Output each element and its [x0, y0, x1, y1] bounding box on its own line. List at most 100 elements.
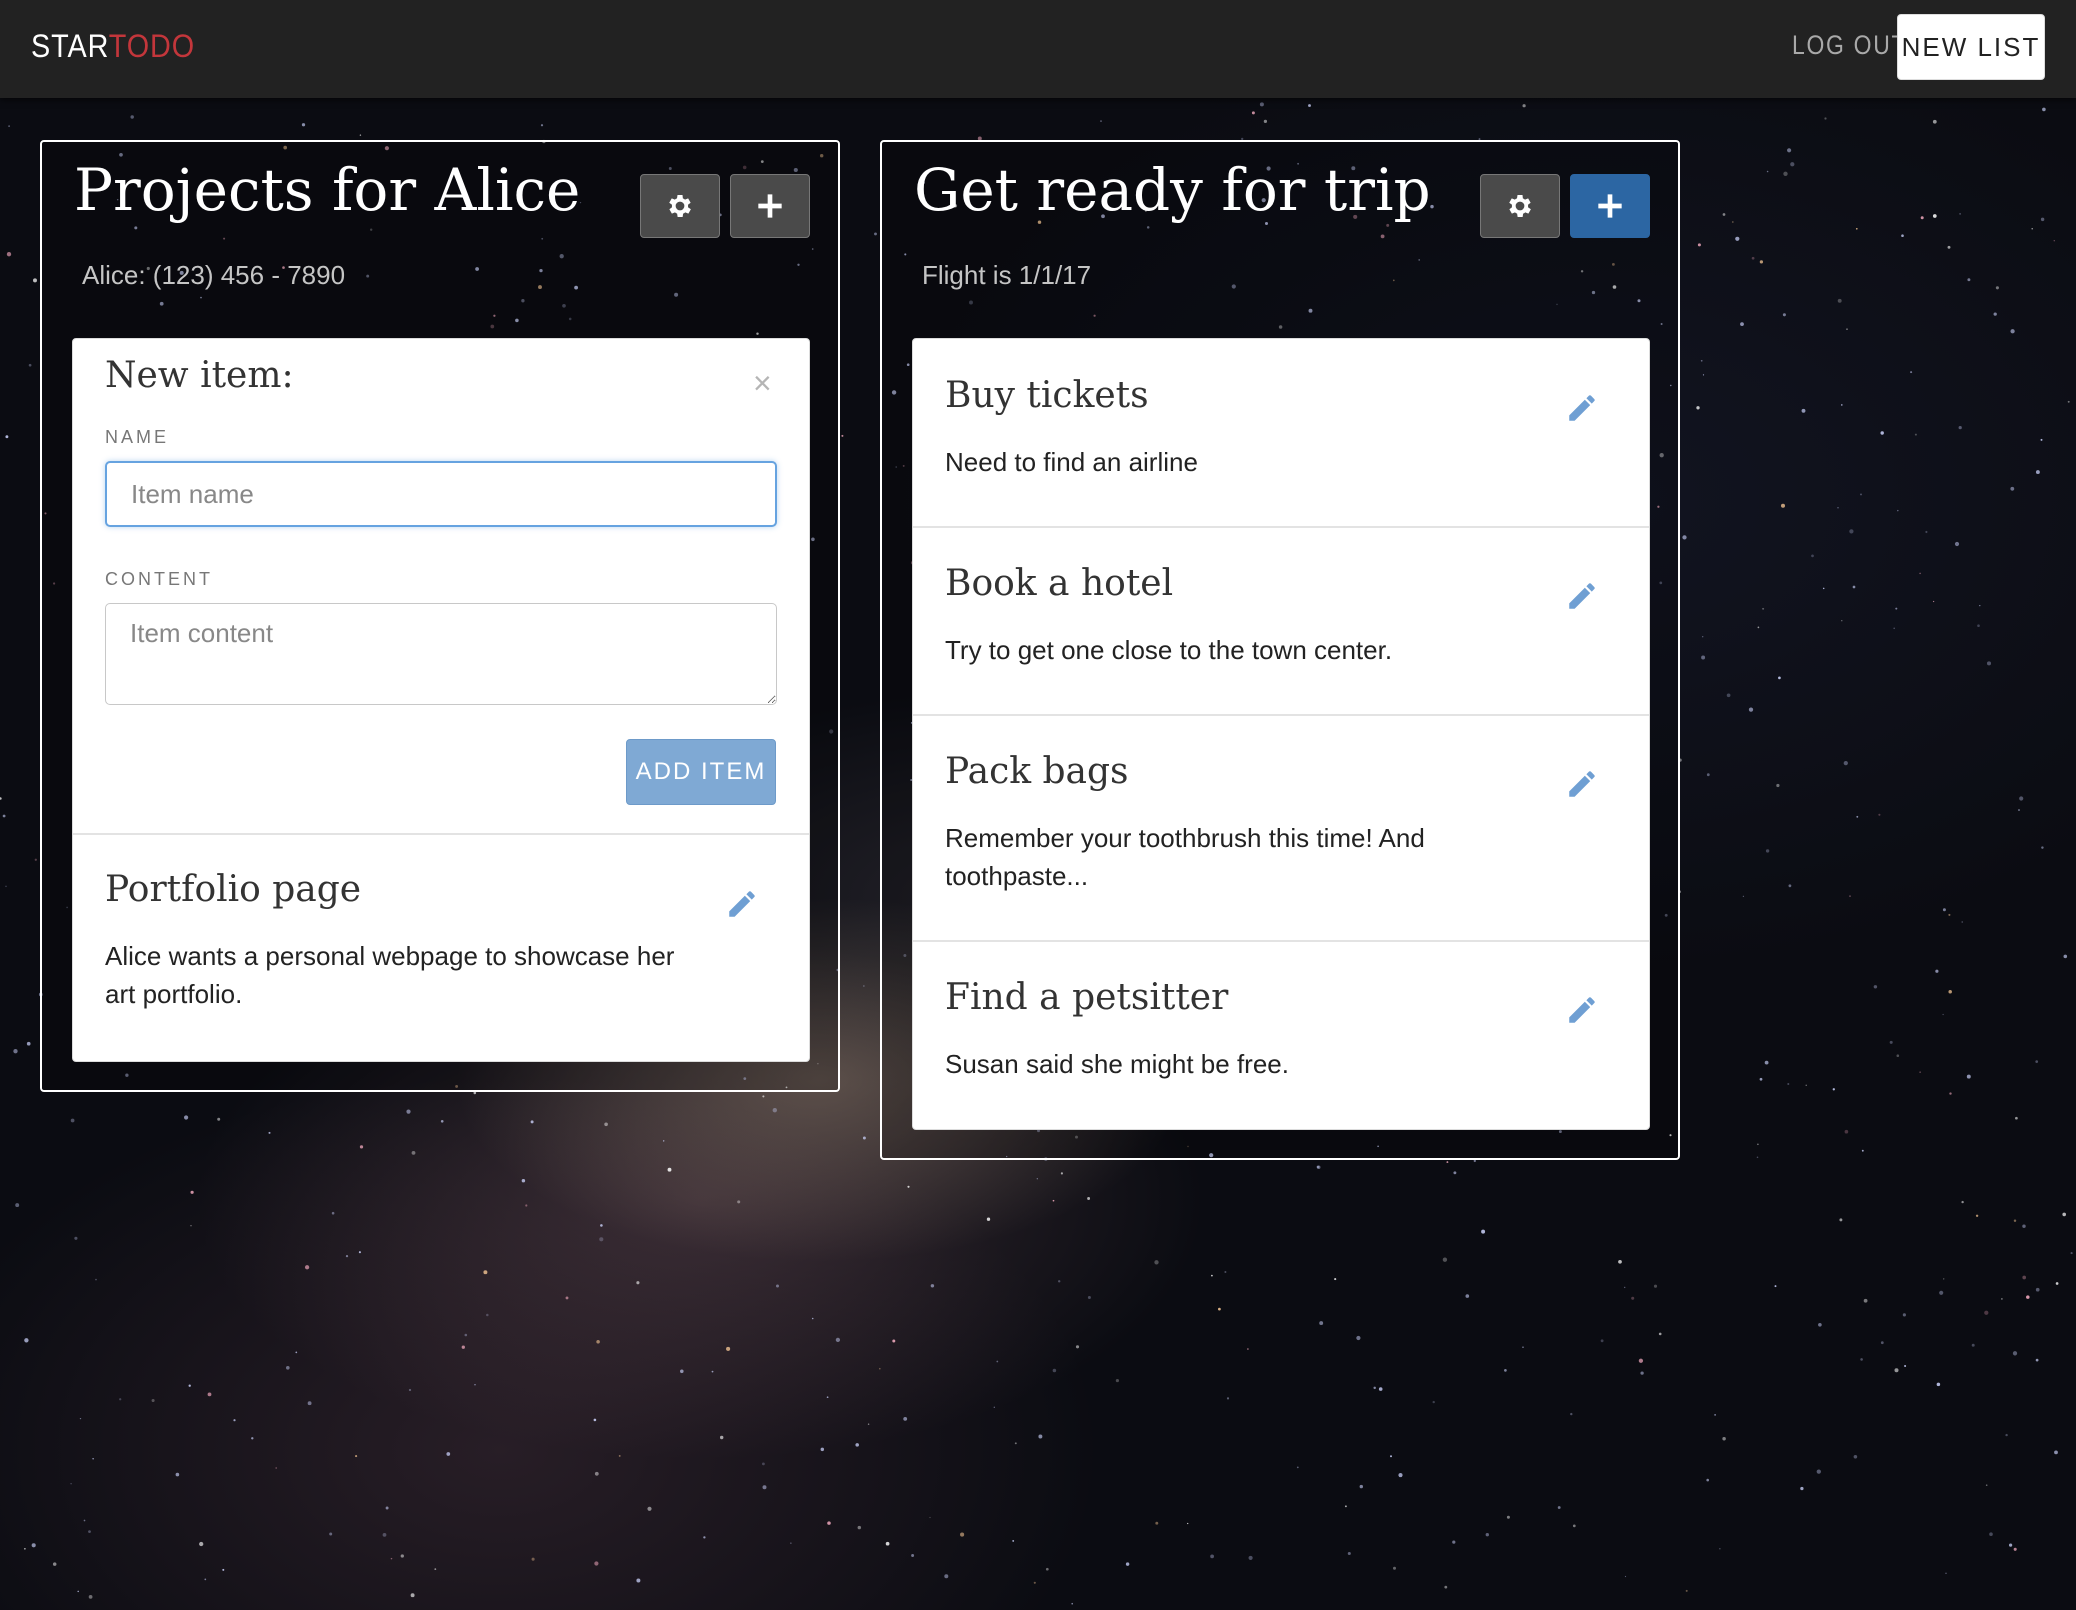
- star-dot: [2018, 809, 2020, 811]
- star-dot: [2001, 1298, 2003, 1300]
- star-dot: [1701, 655, 1706, 660]
- gear-icon: [669, 195, 691, 217]
- star-dot: [1259, 102, 1264, 107]
- list-panel-get-ready-for-trip: Get ready for trip Flight is 1/1/17 Buy …: [880, 140, 1680, 1160]
- star-dot: [1979, 604, 1981, 607]
- brand-part-star: STAR: [31, 28, 109, 64]
- star-dot: [636, 1281, 640, 1285]
- star-dot: [217, 1117, 221, 1121]
- list-panel-projects-for-alice: Projects for Alice Alice: (123) 456 - 78…: [40, 140, 840, 1092]
- star-dot: [2054, 1450, 2058, 1455]
- star-dot: [1925, 530, 1928, 534]
- star-dot: [1787, 148, 1792, 153]
- pencil-icon[interactable]: [1565, 391, 1599, 425]
- star-dot: [530, 1120, 534, 1124]
- star-dot: [1390, 1455, 1392, 1458]
- pencil-icon[interactable]: [1565, 579, 1599, 613]
- star-dot: [1638, 1358, 1644, 1363]
- star-dot: [1843, 760, 1848, 766]
- divider: [73, 833, 809, 835]
- star-dot: [855, 1443, 859, 1447]
- star-dot: [1631, 1296, 1635, 1300]
- star-dot: [2009, 1543, 2013, 1547]
- star-dot: [1356, 1335, 1361, 1341]
- list-settings-button[interactable]: [640, 174, 720, 238]
- star-dot: [199, 1541, 204, 1547]
- star-dot: [1849, 529, 1854, 534]
- star-dot: [2041, 846, 2044, 849]
- star-dot: [1075, 1345, 1080, 1349]
- star-dot: [820, 1447, 825, 1452]
- star-dot: [811, 1317, 814, 1320]
- brand-logo[interactable]: STARTODO: [31, 28, 195, 65]
- star-dot: [1719, 1548, 1721, 1550]
- new-list-button[interactable]: NEW LIST: [1897, 14, 2045, 80]
- star-dot: [1790, 162, 1795, 167]
- pencil-icon[interactable]: [725, 887, 759, 921]
- star-dot: [1640, 1371, 1644, 1375]
- name-field-label: NAME: [105, 427, 170, 447]
- star-dot: [1765, 849, 1770, 853]
- list-add-item-button[interactable]: [730, 174, 810, 238]
- star-dot: [222, 1568, 225, 1571]
- star-dot: [1757, 1143, 1759, 1146]
- star-dot: [1473, 1159, 1476, 1163]
- star-dot: [1393, 1566, 1396, 1570]
- star-dot: [1895, 607, 1898, 610]
- star-dot: [1308, 104, 1311, 107]
- star-dot: [119, 1398, 122, 1401]
- add-item-button[interactable]: ADD ITEM: [626, 739, 776, 805]
- star-dot: [1961, 921, 1963, 923]
- star-dot: [359, 134, 362, 136]
- star-dot: [1398, 1473, 1403, 1478]
- star-dot: [1446, 1161, 1449, 1164]
- star-dot: [301, 123, 306, 127]
- gear-icon: [1509, 195, 1531, 217]
- star-dot: [1873, 985, 1878, 989]
- star-dot: [440, 1119, 444, 1123]
- star-dot: [1787, 1082, 1790, 1086]
- item-name-input[interactable]: [105, 461, 777, 527]
- star-dot: [359, 1145, 364, 1149]
- star-dot: [862, 1136, 866, 1140]
- star-dot: [1154, 1260, 1159, 1265]
- star-dot: [1248, 1555, 1253, 1560]
- star-dot: [286, 1366, 290, 1370]
- navbar: STARTODO LOG OUT NEW LIST: [0, 0, 2076, 98]
- list-title: Get ready for trip: [914, 156, 1431, 224]
- star-dot: [1893, 627, 1895, 630]
- star-dot: [1685, 1589, 1688, 1592]
- star-dot: [647, 1506, 652, 1511]
- star-dot: [1263, 119, 1268, 124]
- item-content: Need to find an airline: [945, 447, 1198, 477]
- list-settings-button[interactable]: [1480, 174, 1560, 238]
- close-icon[interactable]: ×: [753, 365, 772, 402]
- star-dot: [1897, 509, 1899, 512]
- item-content: Alice wants a personal webpage to showca…: [105, 941, 675, 1009]
- star-dot: [1251, 111, 1255, 115]
- list-add-item-button[interactable]: [1570, 174, 1650, 238]
- item-content-textarea[interactable]: [105, 603, 777, 705]
- logout-link[interactable]: LOG OUT: [1792, 30, 1907, 61]
- star-dot: [1856, 815, 1859, 818]
- star-dot: [1653, 1284, 1658, 1288]
- star-dot: [1373, 1386, 1376, 1390]
- star-dot: [1522, 104, 1526, 108]
- star-dot: [1932, 119, 1937, 124]
- star-dot: [1846, 328, 1848, 330]
- star-dot: [1344, 1505, 1347, 1508]
- star-dot: [1618, 1259, 1622, 1264]
- star-dot: [1045, 1567, 1049, 1571]
- star-dot: [719, 1435, 724, 1440]
- star-dot: [1824, 117, 1827, 120]
- star-dot: [190, 1225, 192, 1227]
- pencil-icon[interactable]: [1565, 767, 1599, 801]
- star-dot: [1296, 1466, 1299, 1469]
- star-dot: [233, 1419, 236, 1422]
- star-dot: [1702, 374, 1705, 376]
- star-dot: [1778, 676, 1781, 680]
- star-dot: [1863, 1298, 1868, 1303]
- star-dot: [1961, 1200, 1964, 1204]
- pencil-icon[interactable]: [1565, 993, 1599, 1027]
- star-dot: [618, 1454, 621, 1457]
